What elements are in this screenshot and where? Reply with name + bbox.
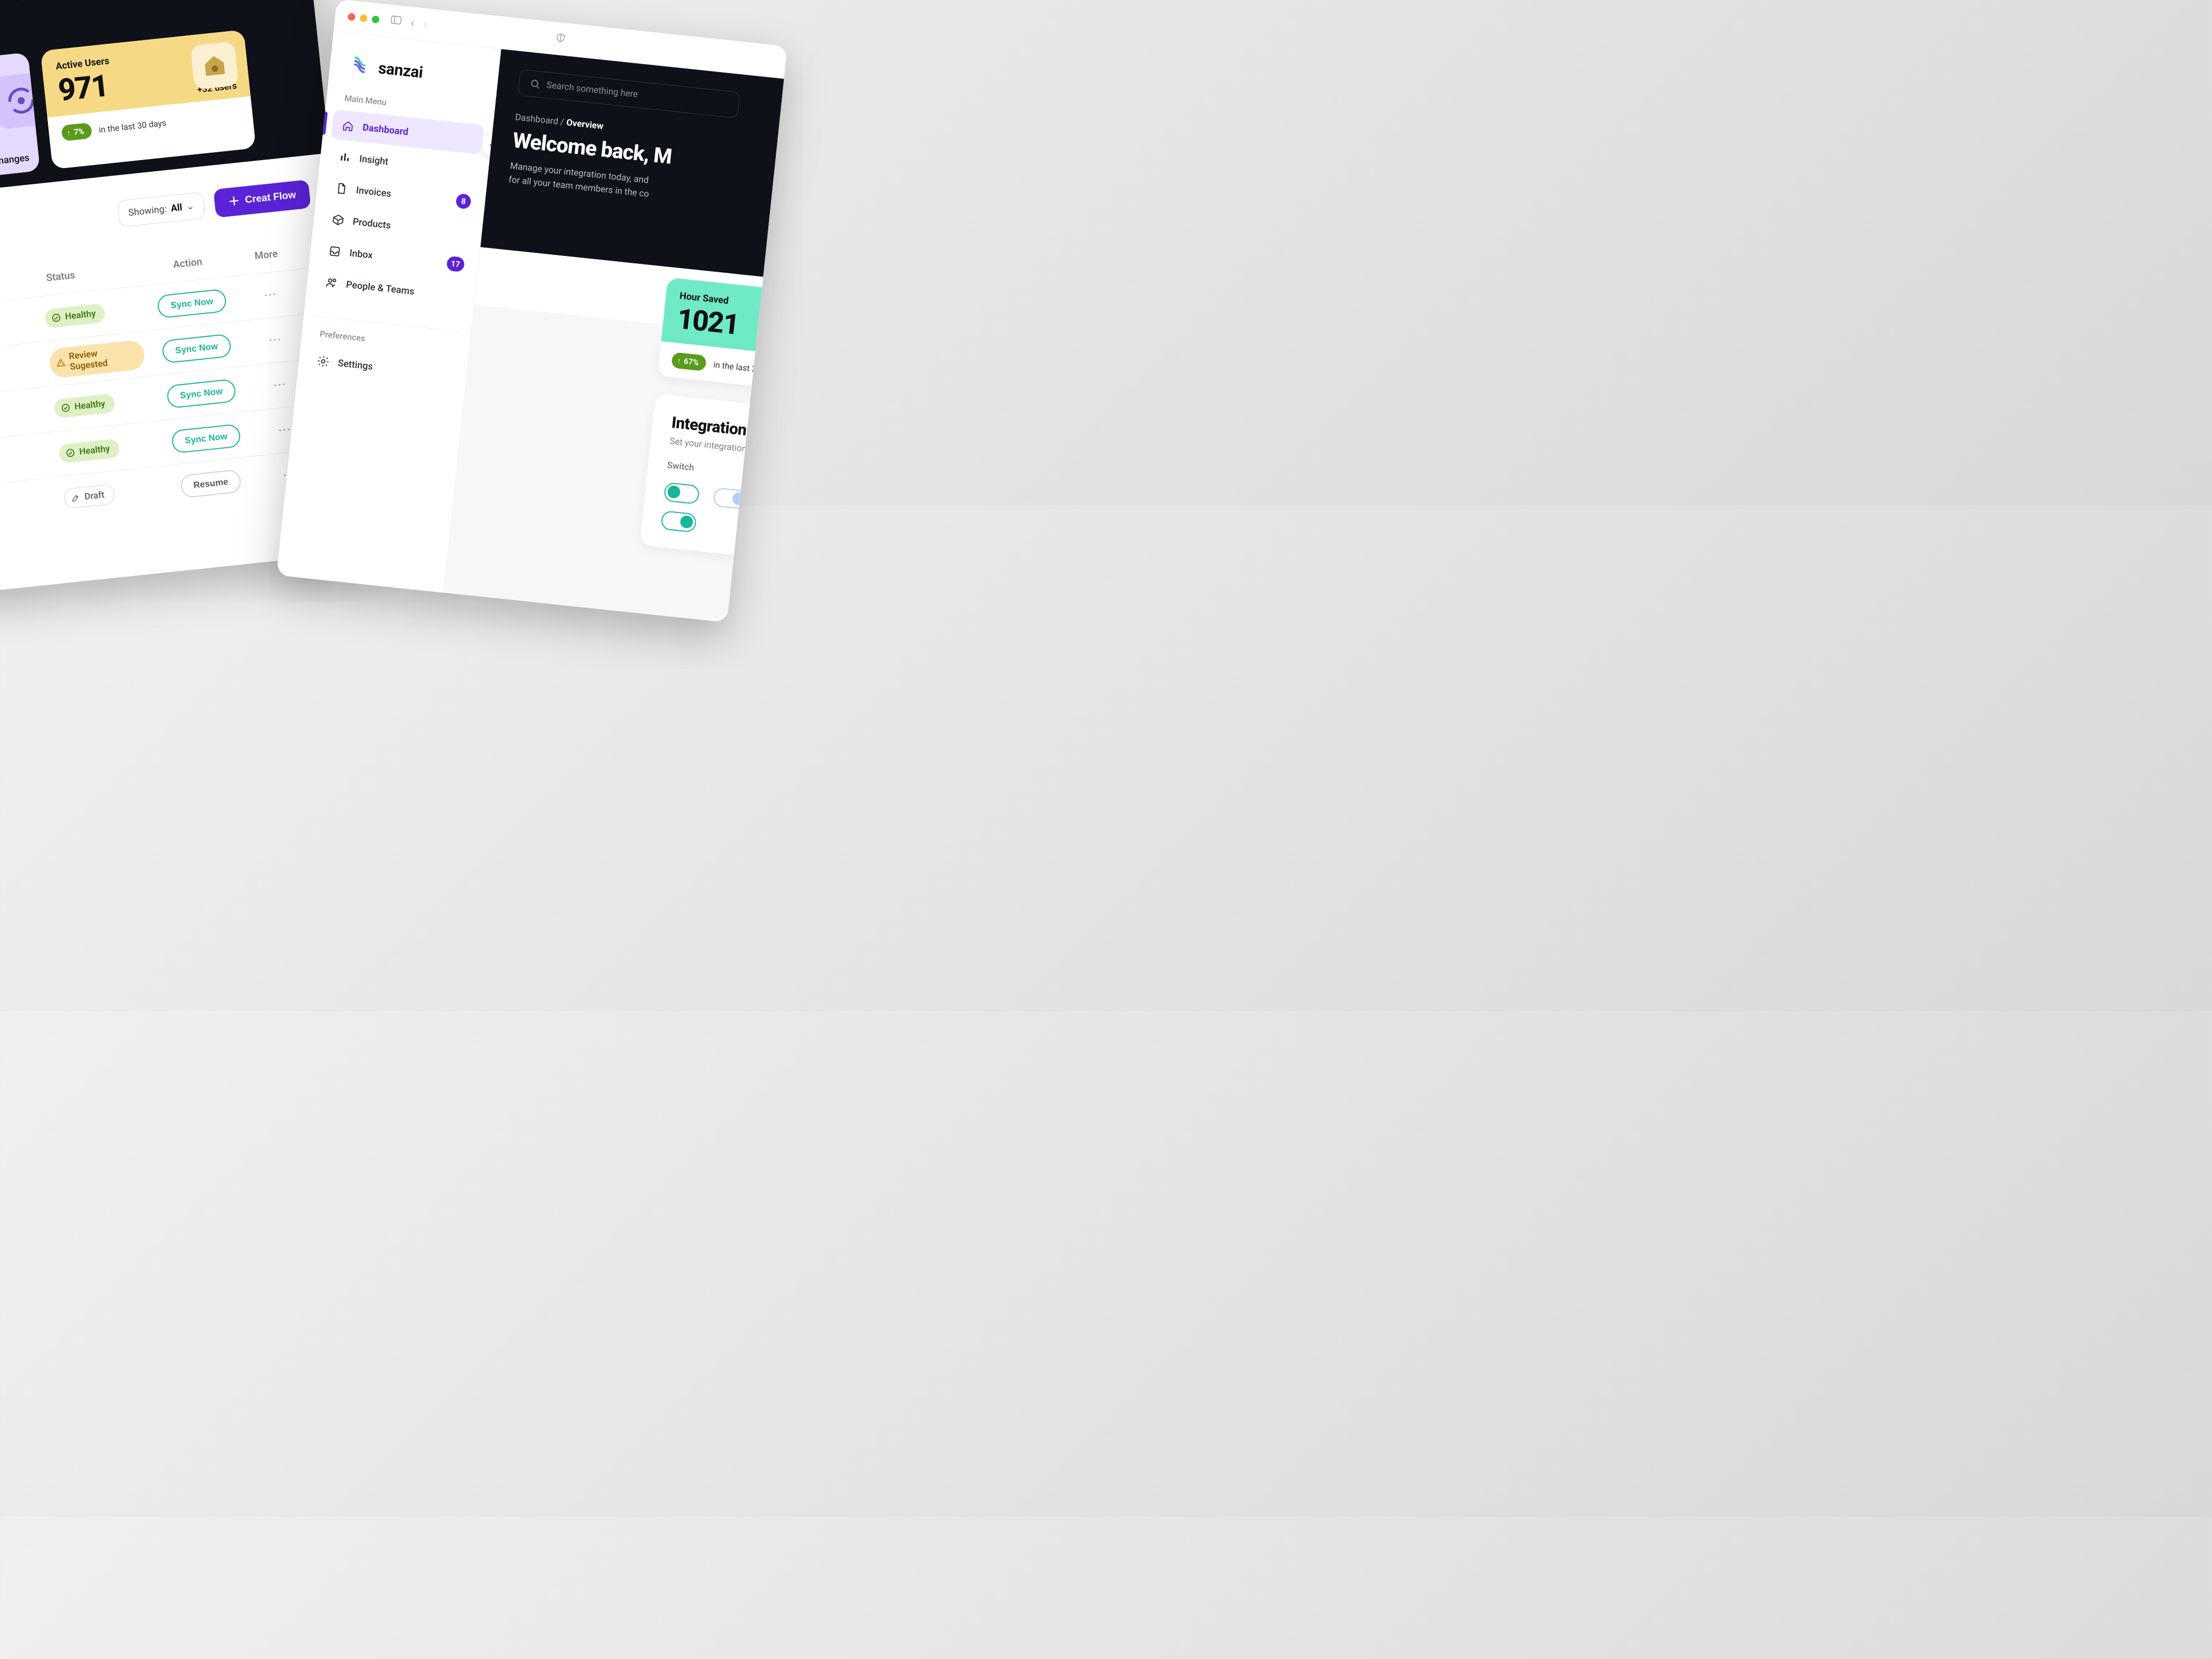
more-icon[interactable]: ⋮ — [262, 288, 279, 303]
hour-saved-period: in the last 30 days — [713, 359, 782, 376]
row-action-button[interactable]: Sync Now — [166, 378, 236, 408]
showing-filter-label: Showing: — [128, 203, 167, 219]
sidebar-toggle-icon[interactable] — [390, 15, 402, 27]
stat-card-active-users: Active Users 971 +32 users ↑ 7% in the l… — [41, 29, 256, 169]
brand-name: sanzai — [378, 59, 424, 82]
stat-card-changes: 731 changes — [0, 52, 40, 181]
gear-icon — [317, 354, 330, 368]
col-more: More — [239, 246, 293, 263]
status-badge: Draft — [63, 483, 115, 509]
sidebar-item-label: Products — [352, 216, 391, 231]
sidebar-item-label: Dashboard — [362, 122, 409, 137]
plus-icon: ＋ — [228, 201, 240, 202]
sidebar-badge: 8 — [456, 193, 472, 210]
sidebar-item-label: Settings — [338, 358, 373, 372]
integration-toggle-2[interactable] — [713, 487, 749, 510]
integration-toggle-1[interactable] — [664, 482, 700, 505]
arrow-up-icon: ↑ — [66, 128, 71, 137]
maximize-window-icon[interactable] — [372, 15, 380, 23]
active-users-period: in the last 30 days — [98, 117, 167, 134]
status-badge: Healthy — [58, 438, 121, 463]
hero-section: Search something here Dashboard / Overvi… — [480, 49, 784, 276]
status-badge: Review Sugested — [48, 339, 146, 379]
home-icon — [341, 118, 355, 132]
sidebar-item-label: People & Teams — [345, 279, 415, 297]
sidebar-badge: 17 — [446, 256, 465, 272]
more-icon[interactable]: ⋮ — [267, 332, 283, 348]
status-badge: Healthy — [54, 393, 116, 418]
main-menu: Dashboard Insight Invoices 8 Products In… — [304, 108, 492, 325]
nav-back-icon[interactable]: ‹ — [410, 16, 415, 30]
hour-saved-pct: 67% — [684, 357, 699, 368]
create-flow-label: Creat Flow — [244, 190, 297, 206]
col-action: Action — [135, 251, 241, 274]
showing-filter-value: All — [170, 202, 183, 214]
row-action-button[interactable]: Sync Now — [162, 333, 232, 363]
refresh-icon — [0, 72, 40, 130]
row-action-button[interactable]: Sync Now — [171, 423, 241, 453]
main-content: Search something here Dashboard / Overvi… — [444, 49, 784, 623]
file-icon — [334, 182, 348, 195]
arrow-up-icon: ↑ — [677, 356, 682, 366]
search-icon — [529, 78, 541, 90]
showing-latest-pill[interactable]: Showing: Latest — [14, 0, 110, 1]
active-users-pct-pill: ↑ 7% — [61, 123, 93, 142]
chevron-down-icon: ⌄ — [186, 200, 195, 212]
box-icon — [331, 213, 345, 226]
search-placeholder: Search something here — [546, 80, 638, 100]
create-flow-button[interactable]: ＋ Creat Flow — [213, 180, 311, 218]
sidebar-item-label: Invoices — [355, 184, 392, 199]
shield-icon[interactable] — [555, 32, 566, 45]
status-badge: Healthy — [44, 303, 106, 328]
integrations-subtitle: Set your integration as — [669, 436, 784, 466]
sidebar-item-label: Insight — [359, 153, 389, 167]
sidebar-item-label: Inbox — [349, 248, 373, 261]
house-user-icon — [190, 41, 239, 90]
minimize-window-icon[interactable] — [360, 14, 368, 22]
search-input[interactable]: Search something here — [518, 69, 740, 118]
nav-forward-icon[interactable]: › — [423, 18, 428, 32]
showing-filter[interactable]: Showing: All ⌄ — [117, 192, 205, 228]
inbox-icon — [328, 244, 342, 258]
integration-toggle-3[interactable] — [660, 510, 697, 533]
row-action-button[interactable]: Resume — [180, 469, 242, 498]
breadcrumb-root: Dashboard — [515, 112, 559, 127]
col-status: Status — [0, 262, 136, 291]
logo-icon — [347, 52, 372, 80]
people-icon — [324, 276, 338, 290]
row-action-button[interactable]: Sync Now — [157, 288, 227, 318]
more-icon[interactable]: ⋮ — [272, 378, 288, 393]
browser-window: ‹ › sanzai ‹ Main Menu Dashboard Insight — [276, 0, 787, 623]
active-users-pct: 7% — [73, 126, 84, 137]
close-window-icon[interactable] — [348, 13, 355, 21]
traffic-lights — [348, 13, 380, 23]
more-icon[interactable]: ⋮ — [276, 422, 293, 438]
bars-icon — [338, 150, 351, 164]
changes-count: 731 changes — [0, 152, 30, 169]
hour-saved-pct-pill: ↑ 67% — [671, 352, 707, 371]
breadcrumb-leaf: Overview — [566, 117, 604, 132]
integrations-card: Integration Set your integration as Swit… — [640, 393, 784, 568]
